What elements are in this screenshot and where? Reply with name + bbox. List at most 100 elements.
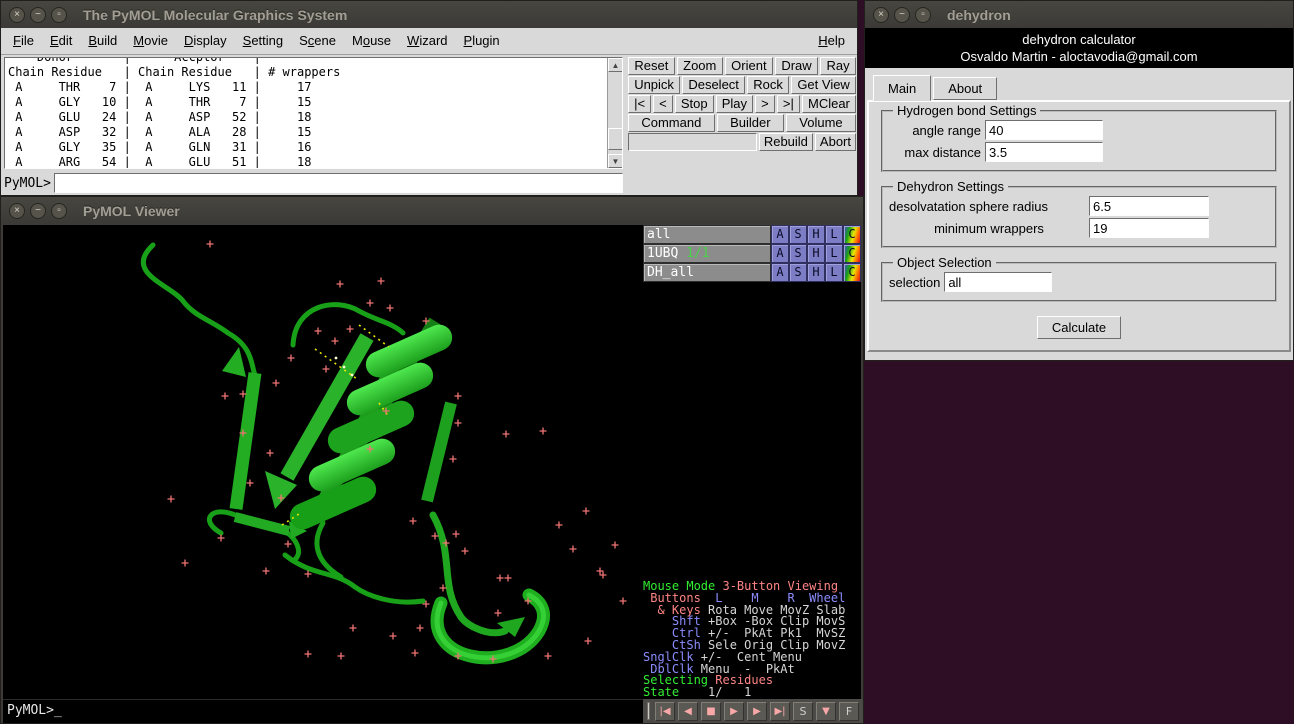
scroll-up-icon[interactable]: ▲ <box>608 58 623 72</box>
tab-main[interactable]: Main <box>873 75 931 101</box>
play-button[interactable]: ▶ <box>724 702 744 721</box>
water-cross <box>387 305 394 312</box>
builder-button[interactable]: Builder <box>717 114 784 132</box>
--button[interactable]: > <box>755 95 775 113</box>
object-s-button[interactable]: S <box>789 244 807 263</box>
maximize-icon[interactable]: ▫ <box>915 7 931 23</box>
angle-range-input[interactable] <box>985 120 1103 140</box>
--button[interactable]: < <box>653 95 673 113</box>
--button[interactable]: >| <box>777 95 800 113</box>
object-a-button[interactable]: A <box>771 225 789 244</box>
object-c-button[interactable]: C <box>843 244 861 263</box>
menu-display[interactable]: Display <box>176 33 235 48</box>
ray-button[interactable]: Ray <box>820 57 856 75</box>
menu-help[interactable]: Help <box>810 28 853 54</box>
close-icon[interactable]: × <box>873 7 889 23</box>
--button[interactable]: |< <box>628 95 651 113</box>
menu-mouse[interactable]: Mouse <box>344 33 399 48</box>
viewer-titlebar[interactable]: × − ▫ PyMOL Viewer <box>1 197 863 224</box>
command-button[interactable]: Command <box>628 114 715 132</box>
sphere-radius-input[interactable] <box>1089 196 1209 216</box>
plugin-banner: dehydron calculator Osvaldo Martin - alo… <box>865 28 1293 68</box>
forward-button[interactable]: ▶ <box>747 702 767 721</box>
selection-input[interactable] <box>944 272 1052 292</box>
object-l-button[interactable]: L <box>825 244 843 263</box>
dehydron-titlebar[interactable]: × − ▫ dehydron <box>865 1 1293 28</box>
minimize-icon[interactable]: − <box>30 203 46 219</box>
volume-button[interactable]: Volume <box>786 114 856 132</box>
water-cross <box>332 338 339 345</box>
unpick-button[interactable]: Unpick <box>628 76 680 94</box>
object-name[interactable]: 1UBQ 1/1 <box>643 244 771 263</box>
reset-button[interactable]: Reset <box>628 57 675 75</box>
maximize-icon[interactable]: ▫ <box>51 203 67 219</box>
minimize-icon[interactable]: − <box>30 7 46 23</box>
min-wrappers-input[interactable] <box>1089 218 1209 238</box>
play-button[interactable]: Play <box>716 95 753 113</box>
object-c-button[interactable]: C <box>843 263 861 282</box>
zoom-button[interactable]: Zoom <box>677 57 723 75</box>
step-back-button[interactable]: ◀ <box>678 702 698 721</box>
object-c-button[interactable]: C <box>843 225 861 244</box>
menu-wizard[interactable]: Wizard <box>399 33 455 48</box>
go-to-start-button[interactable]: |◀ <box>655 702 675 721</box>
maximize-icon[interactable]: ▫ <box>51 7 67 23</box>
control-button-panel: ResetZoomOrientDrawRay UnpickDeselectRoc… <box>628 57 856 152</box>
protein-cartoon <box>3 225 643 699</box>
abort-button[interactable]: Abort <box>815 133 856 151</box>
object-l-button[interactable]: L <box>825 263 843 282</box>
calculate-button[interactable]: Calculate <box>1037 316 1121 339</box>
menu-setting[interactable]: Setting <box>235 33 291 48</box>
deselect-button[interactable]: Deselect <box>682 76 745 94</box>
object-a-button[interactable]: A <box>771 263 789 282</box>
output-log[interactable]: Donor | Accptor | Chain Residue | Chain … <box>4 57 623 169</box>
output-scrollbar[interactable]: ▲ ▼ <box>607 58 622 168</box>
command-input[interactable] <box>54 173 623 193</box>
menu-build[interactable]: Build <box>80 33 125 48</box>
rock-button[interactable]: Rock <box>747 76 789 94</box>
menu-scene[interactable]: Scene <box>291 33 344 48</box>
menu-movie[interactable]: Movie <box>125 33 176 48</box>
object-a-button[interactable]: A <box>771 244 789 263</box>
scrollbar-thumb[interactable] <box>608 128 623 150</box>
object-h-button[interactable]: H <box>807 263 825 282</box>
go-to-end-button[interactable]: ▶| <box>770 702 790 721</box>
viewer-command-line[interactable]: PyMOL>_ <box>3 699 643 723</box>
object-h-button[interactable]: H <box>807 244 825 263</box>
object-name[interactable]: all <box>643 225 771 244</box>
fullscreen-toggle-button[interactable]: ▼ <box>816 702 836 721</box>
playback-bar: |◀◀■▶▶▶|S▼F <box>643 699 863 723</box>
close-icon[interactable]: × <box>9 203 25 219</box>
orient-button[interactable]: Orient <box>725 57 773 75</box>
object-name[interactable]: DH_all <box>643 263 771 282</box>
minimize-icon[interactable]: − <box>894 7 910 23</box>
max-distance-input[interactable] <box>985 142 1103 162</box>
object-s-button[interactable]: S <box>789 263 807 282</box>
rebuild-button[interactable]: Rebuild <box>759 133 813 151</box>
object-h-button[interactable]: H <box>807 225 825 244</box>
object-l-button[interactable]: L <box>825 225 843 244</box>
menu-plugin[interactable]: Plugin <box>456 33 508 48</box>
menu-items: FileEditBuildMovieDisplaySettingSceneMou… <box>5 28 508 54</box>
main-titlebar[interactable]: × − ▫ The PyMOL Molecular Graphics Syste… <box>1 1 857 28</box>
output-clipped-line: Donor | Accptor | <box>5 58 622 65</box>
dehydron-window: × − ▫ dehydron dehydron calculator Osval… <box>864 0 1294 361</box>
water-cross <box>367 300 374 307</box>
stop-button[interactable]: Stop <box>675 95 714 113</box>
get-view-button[interactable]: Get View <box>791 76 856 94</box>
mclear-button[interactable]: MClear <box>802 95 856 113</box>
tab-about[interactable]: About <box>933 77 997 100</box>
scroll-down-icon[interactable]: ▼ <box>608 154 623 168</box>
frame-button[interactable]: F <box>839 702 859 721</box>
close-icon[interactable]: × <box>9 7 25 23</box>
molecule-3d-viewport[interactable] <box>3 225 643 699</box>
menu-file[interactable]: File <box>5 33 42 48</box>
menu-edit[interactable]: Edit <box>42 33 80 48</box>
object-s-button[interactable]: S <box>789 225 807 244</box>
drag-grip[interactable] <box>647 702 650 720</box>
scene-button[interactable]: S <box>793 702 813 721</box>
protein-ribbon <box>143 245 543 658</box>
stop-button[interactable]: ■ <box>701 702 721 721</box>
draw-button[interactable]: Draw <box>775 57 818 75</box>
water-cross <box>503 431 510 438</box>
